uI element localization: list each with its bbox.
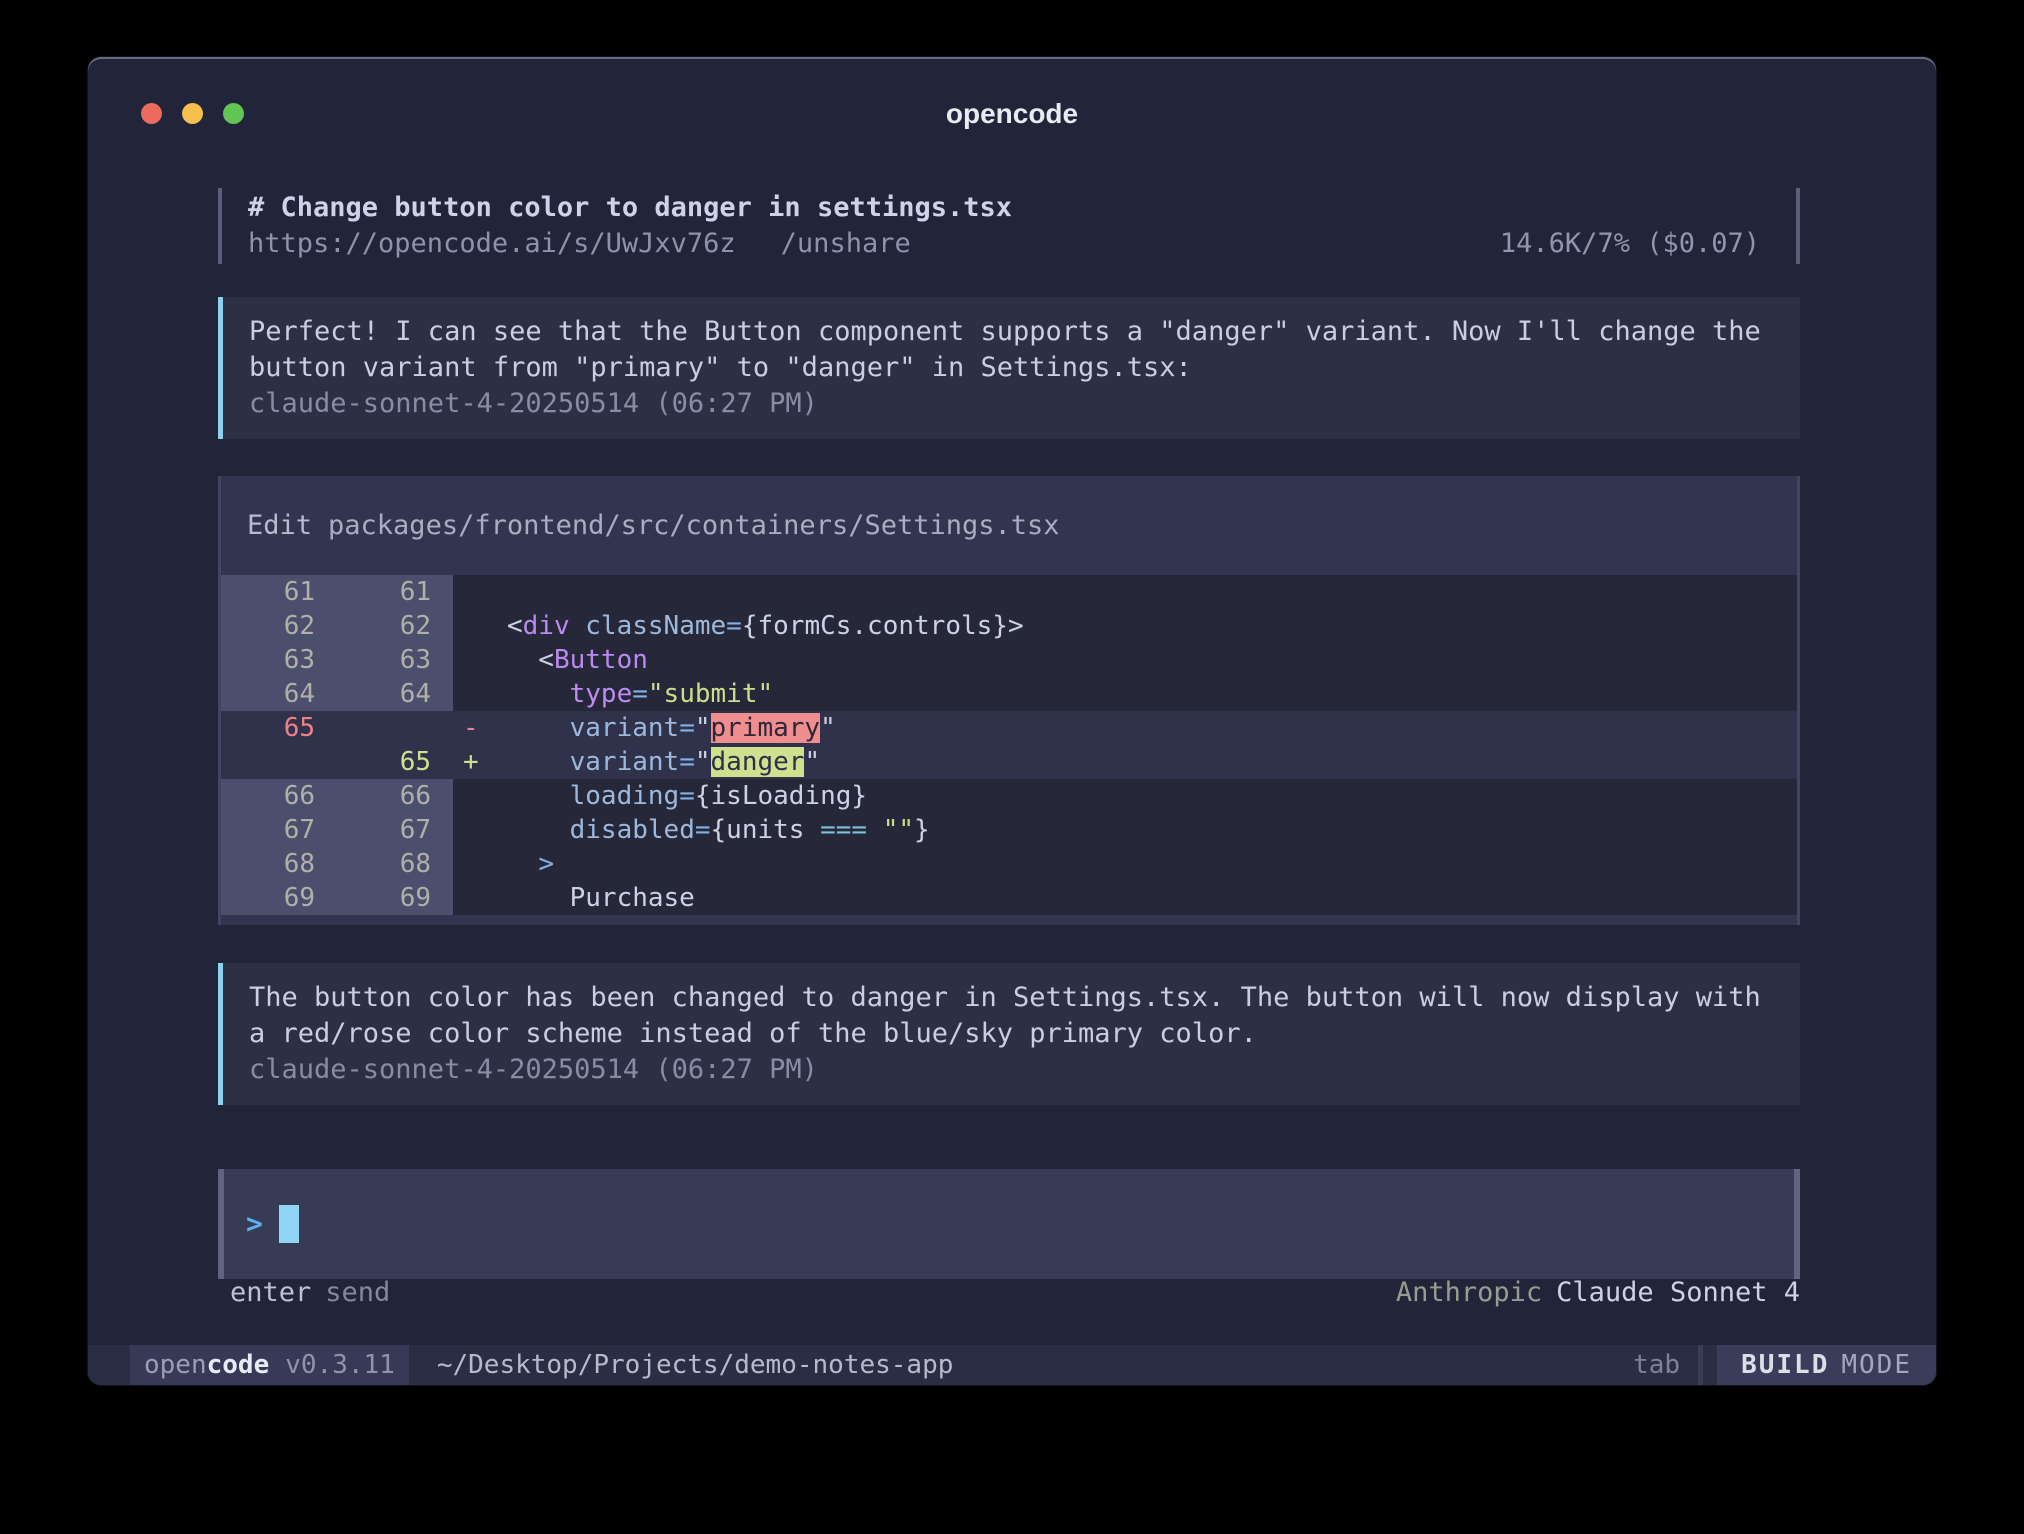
tool-name: Edit <box>247 510 312 541</box>
old-line-number: 64 <box>221 677 337 711</box>
enter-action-label: send <box>325 1277 390 1308</box>
diff-sign: + <box>453 745 497 779</box>
mode-name: BUILD <box>1741 1350 1829 1380</box>
session-title: # Change button color to danger in setti… <box>248 190 1796 226</box>
code-line: <div className={formCs.controls}> <box>497 609 1024 643</box>
diff-row: 6868 > <box>221 847 1797 881</box>
working-directory: ~/Desktop/Projects/demo-notes-app <box>437 1345 954 1385</box>
new-line-number: 62 <box>337 609 453 643</box>
app-version: v0.3.11 <box>285 1350 395 1380</box>
provider-label: Anthropic <box>1396 1277 1542 1308</box>
code-line <box>497 575 507 609</box>
enter-hint: enter send <box>230 1275 390 1311</box>
new-line-number: 68 <box>337 847 453 881</box>
assistant-message-meta: claude-sonnet-4-20250514 (06:27 PM) <box>249 1052 1780 1088</box>
new-line-number: 64 <box>337 677 453 711</box>
app-version-chip: opencode v0.3.11 <box>130 1345 409 1385</box>
diff-sign <box>453 881 497 915</box>
old-line-number <box>221 745 337 779</box>
diff-sign: - <box>453 711 497 745</box>
diff-row: 6464 type="submit" <box>221 677 1797 711</box>
code-line: Purchase <box>497 881 695 915</box>
diff-row: 6161 <box>221 575 1797 609</box>
diff-sign <box>453 677 497 711</box>
diff-sign <box>453 813 497 847</box>
model-indicator: Anthropic Claude Sonnet 4 <box>1396 1275 1800 1311</box>
diff-row: 65 - variant="primary" <box>221 711 1797 745</box>
old-line-number: 63 <box>221 643 337 677</box>
prompt-input[interactable]: > <box>218 1169 1800 1279</box>
session-header: # Change button color to danger in setti… <box>218 188 1800 264</box>
assistant-message: Perfect! I can see that the Button compo… <box>218 297 1800 439</box>
unshare-command[interactable]: /unshare <box>781 226 911 262</box>
code-line: disabled={units === ""} <box>497 813 930 847</box>
new-line-number: 61 <box>337 575 453 609</box>
new-line-number: 66 <box>337 779 453 813</box>
diff-sign <box>453 779 497 813</box>
diff-sign <box>453 643 497 677</box>
assistant-message-text: Perfect! I can see that the Button compo… <box>249 314 1780 386</box>
diff-sign <box>453 609 497 643</box>
app-name-normal: open <box>144 1350 207 1380</box>
diff-row: 65+ variant="danger" <box>221 745 1797 779</box>
mode-suffix: MODE <box>1841 1350 1912 1380</box>
code-line: type="submit" <box>497 677 773 711</box>
diff-row: 6262 <div className={formCs.controls}> <box>221 609 1797 643</box>
input-hint-row: enter send Anthropic Claude Sonnet 4 <box>218 1275 1800 1311</box>
old-line-number: 69 <box>221 881 337 915</box>
diff-row: 6767 disabled={units === ""} <box>221 813 1797 847</box>
prompt-symbol: > <box>246 1207 263 1240</box>
share-url-link[interactable]: https://opencode.ai/s/UwJxv76z <box>248 226 736 262</box>
diff-row: 6363 <Button <box>221 643 1797 677</box>
code-line: variant="primary" <box>497 711 836 745</box>
edit-tool-header: Edit packages/frontend/src/containers/Se… <box>221 476 1797 575</box>
opencode-window: opencode # Change button color to danger… <box>88 57 1936 1385</box>
build-mode-chip: BUILD MODE <box>1717 1345 1936 1385</box>
new-line-number: 67 <box>337 813 453 847</box>
app-name-bold: code <box>207 1350 270 1380</box>
diff-row: 6666 loading={isLoading} <box>221 779 1797 813</box>
assistant-message-meta: claude-sonnet-4-20250514 (06:27 PM) <box>249 386 1780 422</box>
diff-sign <box>453 847 497 881</box>
text-cursor <box>279 1205 299 1243</box>
status-bar-divider <box>1698 1345 1703 1385</box>
old-line-number: 61 <box>221 575 337 609</box>
old-line-number: 68 <box>221 847 337 881</box>
diff-row: 6969 Purchase <box>221 881 1797 915</box>
enter-key-label: enter <box>230 1277 311 1308</box>
assistant-message-text: The button color has been changed to dan… <box>249 980 1780 1052</box>
status-bar-spacer <box>953 1345 1633 1385</box>
token-usage: 14.6K/7% ($0.07) <box>1500 226 1796 262</box>
edit-tool-card: Edit packages/frontend/src/containers/Se… <box>218 476 1800 925</box>
old-line-number: 62 <box>221 609 337 643</box>
diff-sign <box>453 575 497 609</box>
session-meta-row: https://opencode.ai/s/UwJxv76z /unshare … <box>248 226 1796 262</box>
code-line: variant="danger" <box>497 745 820 779</box>
code-line: <Button <box>497 643 648 677</box>
old-line-number: 66 <box>221 779 337 813</box>
new-line-number: 63 <box>337 643 453 677</box>
old-line-number: 67 <box>221 813 337 847</box>
tab-key-hint: tab <box>1633 1345 1680 1385</box>
code-line: loading={isLoading} <box>497 779 867 813</box>
old-line-number: 65 <box>221 711 337 745</box>
new-line-number: 69 <box>337 881 453 915</box>
status-bar: opencode v0.3.11 ~/Desktop/Projects/demo-… <box>88 1345 1936 1385</box>
model-label: Claude Sonnet 4 <box>1556 1277 1800 1308</box>
new-line-number: 65 <box>337 745 453 779</box>
diff-view: 61616262 <div className={formCs.controls}… <box>221 575 1797 915</box>
new-line-number <box>337 711 453 745</box>
code-line: > <box>497 847 554 881</box>
edited-file-path: packages/frontend/src/containers/Setting… <box>328 510 1060 541</box>
assistant-message: The button color has been changed to dan… <box>218 963 1800 1105</box>
window-title: opencode <box>88 98 1936 130</box>
